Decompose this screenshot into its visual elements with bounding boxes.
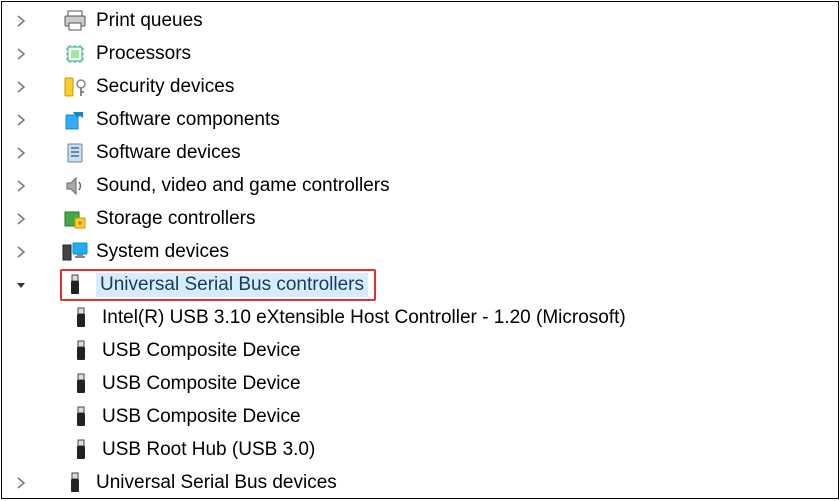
- chevron-right-icon[interactable]: [8, 180, 34, 192]
- storage-icon: [60, 206, 90, 232]
- usb-icon: [66, 371, 96, 397]
- tree-item-label: Storage controllers: [96, 208, 255, 230]
- chevron-right-icon[interactable]: [8, 477, 34, 489]
- tree-item-sound-video-game[interactable]: Sound, video and game controllers: [2, 169, 838, 202]
- tree-item-label: USB Composite Device: [102, 406, 301, 428]
- system-icon: [60, 239, 90, 265]
- tree-item-usb-child[interactable]: USB Composite Device: [2, 367, 838, 400]
- chevron-right-icon[interactable]: [8, 213, 34, 225]
- tree-item-print-queues[interactable]: Print queues: [2, 4, 838, 37]
- speaker-icon: [60, 173, 90, 199]
- chevron-right-icon[interactable]: [8, 114, 34, 126]
- tree-item-usb-controllers[interactable]: Universal Serial Bus controllers: [2, 268, 838, 301]
- chevron-right-icon[interactable]: [8, 147, 34, 159]
- highlight-box: Universal Serial Bus controllers: [60, 269, 376, 301]
- tree-item-software-devices[interactable]: Software devices: [2, 136, 838, 169]
- tree-item-security-devices[interactable]: Security devices: [2, 70, 838, 103]
- chip-icon: [60, 41, 90, 67]
- chevron-right-icon[interactable]: [8, 48, 34, 60]
- tree-item-label: Security devices: [96, 76, 234, 98]
- tree-item-label: Print queues: [96, 10, 203, 32]
- usb-icon: [66, 338, 96, 364]
- software-dev-icon: [60, 140, 90, 166]
- chevron-right-icon[interactable]: [8, 15, 34, 27]
- tree-item-software-components[interactable]: Software components: [2, 103, 838, 136]
- chevron-right-icon[interactable]: [8, 81, 34, 93]
- tree-item-label: Universal Serial Bus controllers: [96, 273, 368, 297]
- tree-item-usb-child[interactable]: USB Composite Device: [2, 334, 838, 367]
- device-manager-tree[interactable]: Print queues Processors Security devices: [1, 1, 839, 499]
- tree-item-storage-controllers[interactable]: Storage controllers: [2, 202, 838, 235]
- usb-icon: [60, 470, 90, 496]
- tree-item-usb-devices[interactable]: Universal Serial Bus devices: [2, 466, 838, 499]
- tree-item-label: Sound, video and game controllers: [96, 175, 390, 197]
- usb-icon: [60, 272, 90, 298]
- tree-item-label: Intel(R) USB 3.10 eXtensible Host Contro…: [102, 307, 626, 329]
- tree-item-label: System devices: [96, 241, 229, 263]
- printer-icon: [60, 8, 90, 34]
- software-comp-icon: [60, 107, 90, 133]
- tree-item-usb-child[interactable]: USB Root Hub (USB 3.0): [2, 433, 838, 466]
- tree-item-label: USB Composite Device: [102, 373, 301, 395]
- chevron-right-icon[interactable]: [8, 246, 34, 258]
- usb-icon: [66, 404, 96, 430]
- security-icon: [60, 74, 90, 100]
- tree-item-usb-child[interactable]: USB Composite Device: [2, 400, 838, 433]
- tree-item-label: Processors: [96, 43, 191, 65]
- tree-item-processors[interactable]: Processors: [2, 37, 838, 70]
- tree-item-usb-child[interactable]: Intel(R) USB 3.10 eXtensible Host Contro…: [2, 301, 838, 334]
- tree-item-system-devices[interactable]: System devices: [2, 235, 838, 268]
- tree-item-label: USB Root Hub (USB 3.0): [102, 439, 315, 461]
- chevron-down-icon[interactable]: [8, 279, 34, 291]
- tree-item-label: Software components: [96, 109, 280, 131]
- tree-item-label: USB Composite Device: [102, 340, 301, 362]
- tree-item-label: Universal Serial Bus devices: [96, 472, 337, 494]
- tree-item-label: Software devices: [96, 142, 241, 164]
- usb-icon: [66, 305, 96, 331]
- usb-icon: [66, 437, 96, 463]
